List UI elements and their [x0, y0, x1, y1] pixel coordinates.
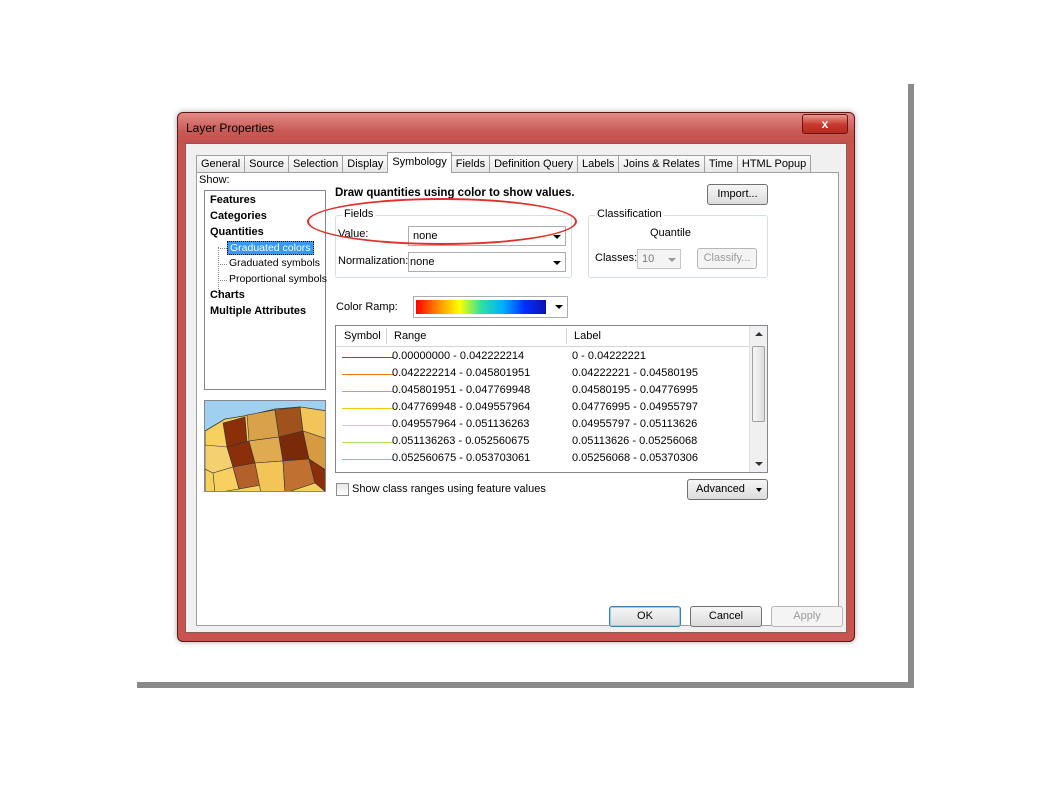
show-label: Show:: [199, 174, 230, 186]
column-separator: [566, 328, 567, 344]
tree-item-features[interactable]: Features: [210, 194, 256, 206]
column-header-label[interactable]: Label: [574, 330, 601, 342]
table-row[interactable]: 0.00000000 - 0.042222214 0 - 0.04222221: [336, 349, 751, 366]
symbol-swatch: [342, 374, 393, 375]
tree-item-graduated-symbols[interactable]: Graduated symbols: [229, 257, 320, 269]
tab-source[interactable]: Source: [244, 155, 289, 173]
table-scrollbar[interactable]: [749, 326, 767, 472]
chevron-down-icon: [668, 258, 676, 262]
classes-value: 10: [642, 253, 655, 265]
tree-branch: [218, 248, 227, 249]
classes-dropdown[interactable]: 10: [637, 249, 681, 269]
symbol-swatch: [342, 442, 393, 443]
chevron-down-icon: [756, 488, 762, 492]
label-cell: 0 - 0.04222221: [572, 350, 647, 362]
label-cell: 0.04222221 - 0.04580195: [572, 367, 699, 379]
scrollbar-thumb[interactable]: [752, 346, 765, 422]
class-breaks-table: Symbol Range Label 0.00000000 - 0.042222…: [335, 325, 768, 473]
column-header-range[interactable]: Range: [394, 330, 426, 342]
symbol-swatch: [342, 459, 393, 460]
range-cell: 0.045801951 - 0.047769948: [392, 384, 531, 396]
tab-symbology[interactable]: Symbology: [387, 152, 452, 173]
chevron-down-icon: [555, 305, 563, 309]
normalization-selection: none: [410, 256, 435, 268]
range-cell: 0.042222214 - 0.045801951: [392, 367, 531, 379]
normalization-dropdown[interactable]: none: [408, 252, 566, 272]
classify-button[interactable]: Classify...: [697, 248, 757, 269]
show-class-ranges-label: Show class ranges using feature values: [352, 483, 546, 495]
tree-item-categories[interactable]: Categories: [210, 210, 267, 222]
table-row[interactable]: 0.049557964 - 0.051136263 0.04955797 - 0.…: [336, 417, 751, 434]
column-separator: [386, 328, 387, 344]
layer-properties-dialog: Layer Properties x General Source Selectio…: [177, 112, 855, 642]
label-cell: 0.04955797 - 0.05113626: [572, 418, 698, 430]
tab-html-popup[interactable]: HTML Popup: [736, 155, 812, 173]
tab-display[interactable]: Display: [342, 155, 389, 173]
import-button[interactable]: Import...: [707, 184, 768, 205]
normalization-label: Normalization:: [338, 255, 409, 267]
scroll-down-icon[interactable]: [755, 462, 763, 466]
chevron-down-icon: [553, 235, 561, 239]
table-row[interactable]: 0.047769948 - 0.049557964 0.04776995 - 0.…: [336, 400, 751, 417]
color-ramp-swatch: [416, 300, 546, 314]
tree-branch: [218, 280, 227, 281]
tab-time[interactable]: Time: [703, 155, 738, 173]
tab-fields[interactable]: Fields: [450, 155, 491, 173]
table-row[interactable]: 0.052560675 - 0.053703061 0.05256068 - 0.…: [336, 451, 751, 468]
color-ramp-label: Color Ramp:: [336, 301, 398, 313]
tree-item-graduated-colors[interactable]: Graduated colors: [227, 241, 314, 255]
table-row[interactable]: 0.045801951 - 0.047769948 0.04580195 - 0.…: [336, 383, 751, 400]
preview-map-image: [205, 401, 325, 491]
page-shadow-bottom: [137, 682, 914, 688]
tree-item-proportional-symbols[interactable]: Proportional symbols: [229, 273, 327, 285]
label-cell: 0.04580195 - 0.04776995: [572, 384, 699, 396]
tree-item-quantities[interactable]: Quantities: [210, 226, 264, 238]
window-title: Layer Properties: [186, 121, 275, 135]
cancel-button[interactable]: Cancel: [690, 606, 762, 627]
close-button[interactable]: x: [802, 114, 848, 134]
advanced-button-label: Advanced: [696, 483, 745, 495]
title-bar: Layer Properties x: [178, 113, 854, 143]
color-ramp-dropdown[interactable]: [413, 296, 568, 318]
scroll-up-icon[interactable]: [755, 332, 763, 336]
classes-label: Classes:: [595, 252, 638, 264]
symbol-swatch: [342, 357, 393, 358]
show-class-ranges-checkbox[interactable]: [336, 483, 349, 496]
table-header: Symbol Range Label: [336, 326, 751, 347]
classification-method: Quantile: [650, 227, 691, 239]
range-cell: 0.00000000 - 0.042222214: [392, 350, 525, 362]
apply-button[interactable]: Apply: [771, 606, 843, 627]
label-cell: 0.04776995 - 0.04955797: [572, 401, 699, 413]
symbol-swatch: [342, 425, 393, 426]
advanced-button[interactable]: Advanced: [687, 479, 768, 500]
tree-item-multiple-attributes[interactable]: Multiple Attributes: [210, 305, 306, 317]
classification-group-title: Classification: [595, 208, 664, 220]
table-row[interactable]: 0.042222214 - 0.045801951 0.04222221 - 0.…: [336, 366, 751, 383]
table-row[interactable]: 0.051136263 - 0.052560675 0.05113626 - 0.…: [336, 434, 751, 451]
range-cell: 0.047769948 - 0.049557964: [392, 401, 531, 413]
tab-selection[interactable]: Selection: [288, 155, 344, 173]
classification-group: Classification Quantile Classes: 10 Clas…: [588, 208, 768, 278]
label-cell: 0.05256068 - 0.05370306: [572, 452, 699, 464]
tab-joins-relates[interactable]: Joins & Relates: [618, 155, 705, 173]
tree-branch: [218, 264, 227, 265]
symbol-swatch: [342, 408, 393, 409]
tab-general[interactable]: General: [196, 155, 246, 173]
tab-definition-query[interactable]: Definition Query: [489, 155, 578, 173]
chevron-down-icon: [553, 261, 561, 265]
tree-item-charts[interactable]: Charts: [210, 289, 245, 301]
highlight-ellipse: [307, 198, 577, 245]
label-cell: 0.05113626 - 0.05256068: [572, 435, 698, 447]
symbology-preview-map: [204, 400, 326, 492]
tab-labels[interactable]: Labels: [576, 155, 620, 173]
ok-button[interactable]: OK: [609, 606, 681, 627]
range-cell: 0.052560675 - 0.053703061: [392, 452, 531, 464]
tab-strip: General Source Selection Display Symbology Fi…: [196, 152, 812, 173]
tree-connector: [218, 247, 219, 295]
column-header-symbol[interactable]: Symbol: [344, 330, 381, 342]
symbol-swatch: [342, 391, 393, 392]
page-shadow-right: [908, 84, 914, 688]
range-cell: 0.051136263 - 0.052560675: [392, 435, 530, 447]
range-cell: 0.049557964 - 0.051136263: [392, 418, 530, 430]
